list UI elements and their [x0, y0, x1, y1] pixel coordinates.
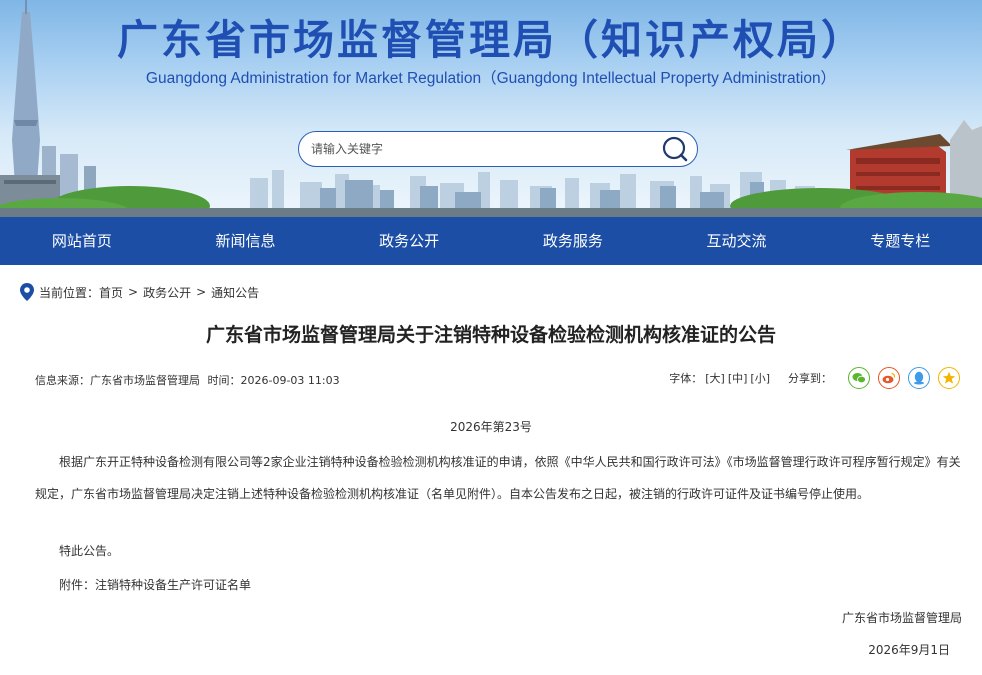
article-title: 广东省市场监督管理局关于注销特种设备检验检测机构核准证的公告	[205, 324, 776, 346]
wechat-icon	[852, 373, 866, 384]
breadcrumb: 当前位置： 首页 > 政务公开 > 通知公告	[20, 282, 259, 302]
search-button[interactable]	[661, 135, 689, 163]
breadcrumb-separator: >	[196, 285, 207, 299]
article-meta: 信息来源：广东省市场监督管理局 时间：2026-09-03 11:03	[35, 372, 344, 388]
breadcrumb-home-link[interactable]: 首页	[99, 284, 123, 301]
weibo-icon	[882, 372, 896, 384]
nav-item-gov-affairs-open[interactable]: 政务公开	[327, 217, 491, 265]
breadcrumb-label: 当前位置：	[39, 285, 100, 300]
wechat-share-button[interactable]	[848, 367, 870, 389]
font-size-medium-button[interactable]: [中]	[728, 370, 748, 386]
article-time: 时间：2026-09-03 11:03	[207, 374, 340, 387]
share-label: 分享到：	[788, 372, 832, 385]
document-number: 2026年第23号	[450, 420, 532, 434]
font-size-large-button[interactable]: [大]	[705, 370, 725, 386]
header-banner: 广东省市场监督管理局（知识产权局） Guangdong Administrati…	[0, 0, 982, 217]
qzone-icon	[942, 371, 956, 384]
breadcrumb-separator: >	[128, 285, 139, 299]
qq-share-button[interactable]	[908, 367, 930, 389]
qzone-share-button[interactable]	[938, 367, 960, 389]
site-subtitle: Guangdong Administration for Market Regu…	[145, 70, 837, 87]
main-nav: 网站首页 新闻信息 政务公开 政务服务 互动交流 专题专栏	[0, 217, 982, 265]
breadcrumb-gov-affairs-link[interactable]: 政务公开	[143, 284, 191, 301]
font-size-label: 字体：	[669, 372, 703, 385]
search-box	[298, 131, 698, 167]
search-icon	[662, 136, 688, 162]
nav-item-home[interactable]: 网站首页	[0, 217, 164, 265]
weibo-share-button[interactable]	[878, 367, 900, 389]
qq-icon	[914, 371, 924, 385]
article-body-paragraph: 根据广东开正特种设备检测有限公司等2家企业注销特种设备检验检测机构核准证的申请，…	[35, 455, 961, 501]
article-date: 2026年9月1日	[868, 643, 950, 657]
nav-item-gov-services[interactable]: 政务服务	[491, 217, 655, 265]
article-source: 信息来源：广东省市场监督管理局	[35, 374, 200, 387]
nav-item-interaction[interactable]: 互动交流	[655, 217, 819, 265]
article-attachment-text: 附件：注销特种设备生产许可证名单	[59, 578, 252, 592]
font-size-small-button[interactable]: [小]	[750, 370, 770, 386]
location-pin-icon	[20, 283, 34, 301]
article-tools: 字体： [大] [中] [小] 分享到：	[669, 366, 960, 390]
breadcrumb-notice-link[interactable]: 通知公告	[211, 284, 259, 301]
site-title: 广东省市场监督管理局（知识产权局）	[117, 16, 865, 64]
nav-item-news[interactable]: 新闻信息	[164, 217, 328, 265]
article-closing-text: 特此公告。	[59, 544, 120, 558]
search-input[interactable]	[311, 132, 651, 166]
nav-item-special-topics[interactable]: 专题专栏	[818, 217, 982, 265]
article-signature: 广东省市场监督管理局	[841, 611, 962, 625]
